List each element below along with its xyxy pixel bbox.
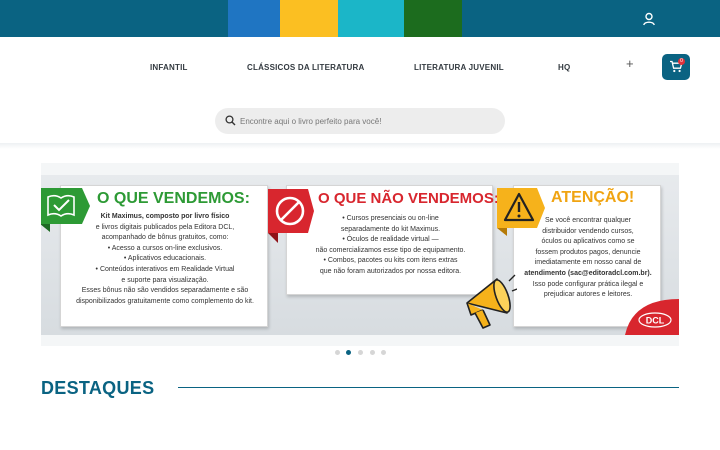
card-body: • Cursos presenciais ou on-line separada…: [315, 215, 466, 275]
svg-text:DCL: DCL: [646, 316, 665, 326]
color-stripe-cyan: [338, 0, 404, 37]
nav-item-literatura-juvenil[interactable]: LITERATURA JUVENIL: [414, 63, 504, 72]
top-bar: [0, 0, 720, 37]
carousel-dot[interactable]: [370, 350, 375, 355]
card-body: Kit Maximus, composto por livro físico e…: [76, 213, 254, 305]
color-stripe-yellow: [280, 0, 338, 37]
card-title: O QUE NÃO VENDEMOS:: [318, 190, 499, 207]
what-we-sell-card: O QUE VENDEMOS: Kit Maximus, composto po…: [41, 185, 268, 327]
search-bar[interactable]: [215, 108, 505, 134]
color-stripe-green: [404, 0, 462, 37]
carousel-dot[interactable]: [335, 350, 340, 355]
more-menu-button[interactable]: +: [626, 56, 634, 71]
search-icon: [225, 115, 236, 126]
card-title: O QUE VENDEMOS:: [97, 190, 250, 207]
dcl-logo: DCL: [625, 299, 679, 335]
user-icon[interactable]: [642, 12, 656, 26]
color-stripe-blue: [228, 0, 280, 37]
main-nav: INFANTIL CLÁSSICOS DA LITERATURA LITERAT…: [0, 37, 720, 97]
cart-button[interactable]: 0: [662, 54, 690, 80]
nav-item-hq[interactable]: HQ: [558, 63, 570, 72]
card-body: Se você encontrar qualquer distribuidor …: [524, 217, 652, 299]
banner-slide[interactable]: O QUE VENDEMOS: Kit Maximus, composto po…: [41, 175, 679, 335]
carousel-dot[interactable]: [381, 350, 386, 355]
section-divider: [178, 387, 679, 388]
search-input[interactable]: [240, 112, 495, 130]
header-shadow: [0, 143, 720, 149]
carousel-dot[interactable]: [358, 350, 363, 355]
card-title: ATENÇÃO!: [551, 189, 635, 206]
nav-item-infantil[interactable]: INFANTIL: [150, 63, 188, 72]
nav-item-classicos[interactable]: CLÁSSICOS DA LITERATURA: [247, 63, 365, 72]
megaphone-icon: [466, 274, 517, 329]
section-title: DESTAQUES: [41, 378, 155, 398]
cart-count-badge: 0: [678, 58, 685, 65]
carousel-dot-active[interactable]: [346, 350, 351, 355]
